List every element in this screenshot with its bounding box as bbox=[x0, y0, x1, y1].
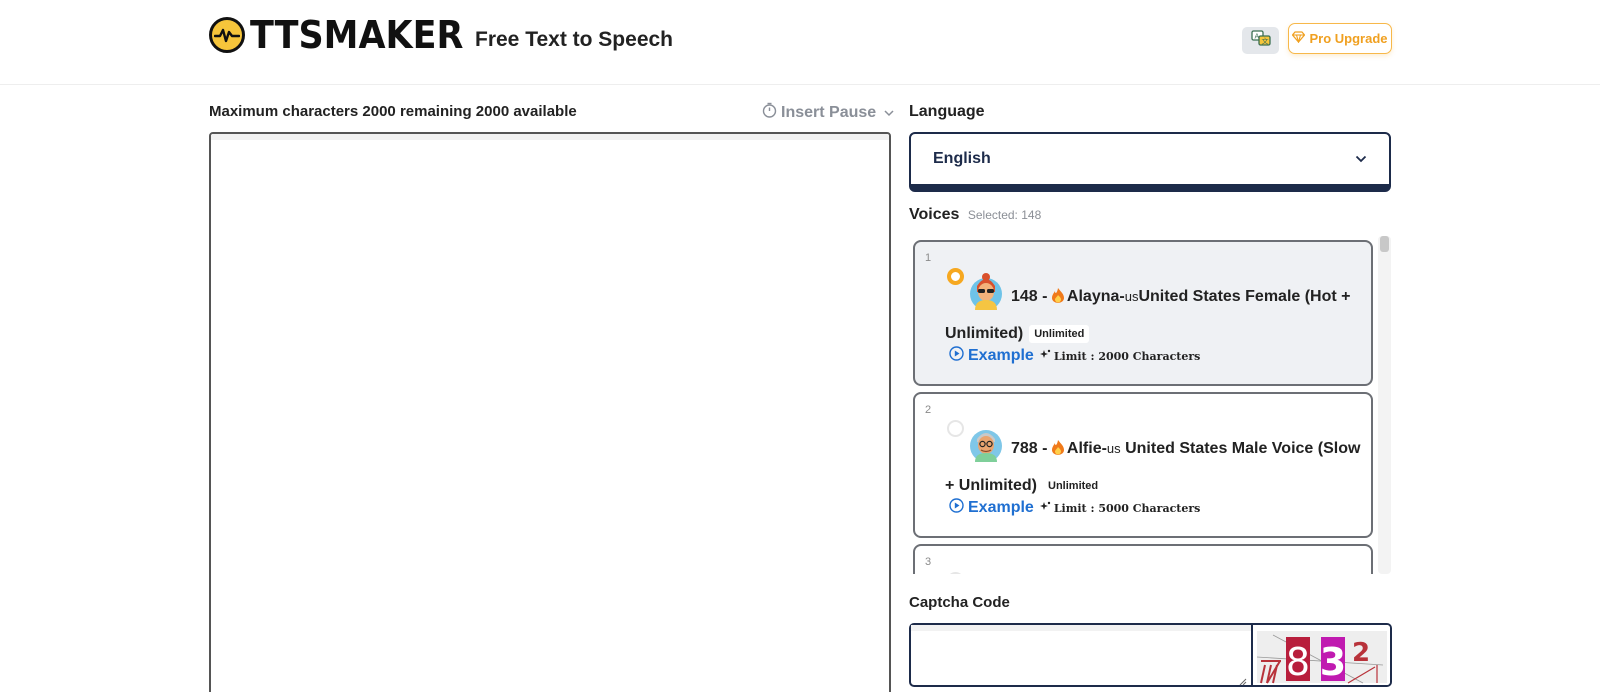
svg-text:3: 3 bbox=[1320, 640, 1346, 684]
example-label: Example bbox=[968, 499, 1034, 516]
site-tagline: Free Text to Speech bbox=[475, 28, 674, 51]
voice-radio-button[interactable] bbox=[947, 572, 964, 574]
logo-waveform-icon bbox=[209, 17, 245, 53]
translate-icon: A 文 bbox=[1250, 30, 1271, 51]
voice-index: 1 bbox=[925, 252, 932, 264]
resize-handle-icon[interactable] bbox=[1239, 673, 1247, 686]
captcha-label: Captcha Code bbox=[909, 594, 1010, 611]
voices-header: Voices Selected: 148 bbox=[909, 206, 1041, 224]
voice-index: 3 bbox=[925, 556, 932, 568]
example-label: Example bbox=[968, 347, 1034, 364]
voice-index: 2 bbox=[925, 404, 932, 416]
voices-selected-count: Selected: 148 bbox=[967, 208, 1042, 222]
voice-id: 148 - bbox=[1011, 288, 1052, 305]
voice-badge: Unlimited bbox=[1029, 324, 1090, 343]
pro-upgrade-label: Pro Upgrade bbox=[1309, 31, 1388, 46]
language-selected-value: English bbox=[933, 150, 991, 167]
voice-name: Alfie- bbox=[1066, 440, 1107, 457]
captcha-input-container bbox=[909, 623, 1253, 687]
sparkle-icon bbox=[1039, 501, 1051, 515]
svg-text:8: 8 bbox=[1286, 640, 1310, 684]
scrollbar-thumb[interactable] bbox=[1380, 236, 1389, 252]
svg-text:2: 2 bbox=[1352, 638, 1370, 668]
voices-label: Voices bbox=[909, 206, 960, 223]
voice-list[interactable]: 1 148 - Alayna-usUnited States Female (H… bbox=[909, 236, 1391, 574]
pro-upgrade-button[interactable]: Pro Upgrade bbox=[1288, 23, 1392, 54]
voice-limit: Limit : 5000 Characters bbox=[1039, 501, 1201, 515]
voice-badge: Unlimited bbox=[1043, 476, 1104, 495]
captcha-image[interactable]: 8 3 2 bbox=[1253, 623, 1392, 687]
diamond-icon bbox=[1292, 31, 1306, 46]
character-limit-info: Maximum characters 2000 remaining 2000 a… bbox=[209, 103, 577, 120]
voice-card[interactable]: 1 148 - Alayna-usUnited States Female (H… bbox=[913, 240, 1373, 386]
sparkle-icon bbox=[1039, 349, 1051, 363]
stopwatch-icon bbox=[762, 102, 777, 123]
example-play-button[interactable]: Example bbox=[949, 346, 1034, 366]
language-select[interactable]: English bbox=[909, 132, 1391, 192]
voice-country-code: us bbox=[1106, 441, 1121, 456]
voice-id: 788 - bbox=[1011, 440, 1052, 457]
captcha-input[interactable] bbox=[911, 625, 1251, 685]
logo[interactable]: TTSMAKER bbox=[209, 14, 482, 56]
svg-text:文: 文 bbox=[1261, 37, 1268, 46]
voice-meta: Example Limit : 5000 Characters bbox=[949, 498, 1200, 518]
captcha-graphic: 8 3 2 bbox=[1253, 625, 1390, 685]
voice-limit: Limit : 2000 Characters bbox=[1039, 349, 1201, 363]
voice-country-code: us bbox=[1124, 289, 1139, 304]
text-input-container bbox=[209, 132, 891, 692]
interface-language-button[interactable]: A 文 bbox=[1242, 27, 1279, 54]
language-label: Language bbox=[909, 103, 985, 120]
voice-meta: Example Limit : 2000 Characters bbox=[949, 346, 1200, 366]
chevron-down-icon bbox=[1355, 150, 1367, 168]
voice-limit-text: Limit : 2000 Characters bbox=[1053, 349, 1201, 363]
voice-limit-text: Limit : 5000 Characters bbox=[1053, 501, 1201, 515]
voice-name: Alayna- bbox=[1066, 288, 1125, 305]
voice-list-scrollbar[interactable] bbox=[1378, 236, 1391, 574]
insert-pause-label: Insert Pause bbox=[781, 103, 877, 121]
voice-card[interactable]: 2 788 - Alfie-us United States Male Voic… bbox=[913, 392, 1373, 538]
play-circle-icon bbox=[949, 346, 964, 366]
example-play-button[interactable]: Example bbox=[949, 498, 1034, 518]
voice-title: 788 - Alfie-us United States Male Voice … bbox=[945, 431, 1365, 503]
voice-description: United States Female (Hot + Unlimited) bbox=[945, 288, 1351, 342]
insert-pause-dropdown[interactable]: Insert Pause bbox=[762, 102, 894, 123]
play-circle-icon bbox=[949, 498, 964, 518]
fire-icon bbox=[1051, 433, 1064, 468]
top-header: TTSMAKER Free Text to Speech A 文 Pro Upg… bbox=[0, 0, 1600, 85]
voice-title: 148 - Alayna-usUnited States Female (Hot… bbox=[945, 279, 1365, 351]
logo-text: TTSMAKER bbox=[250, 13, 464, 57]
voice-description: United States Male Voice (Slow + Unlimit… bbox=[945, 440, 1361, 494]
fire-icon bbox=[1051, 281, 1064, 316]
chevron-down-icon bbox=[884, 104, 894, 122]
voice-card[interactable]: 3 bbox=[913, 544, 1373, 574]
text-input-area[interactable] bbox=[211, 134, 889, 692]
